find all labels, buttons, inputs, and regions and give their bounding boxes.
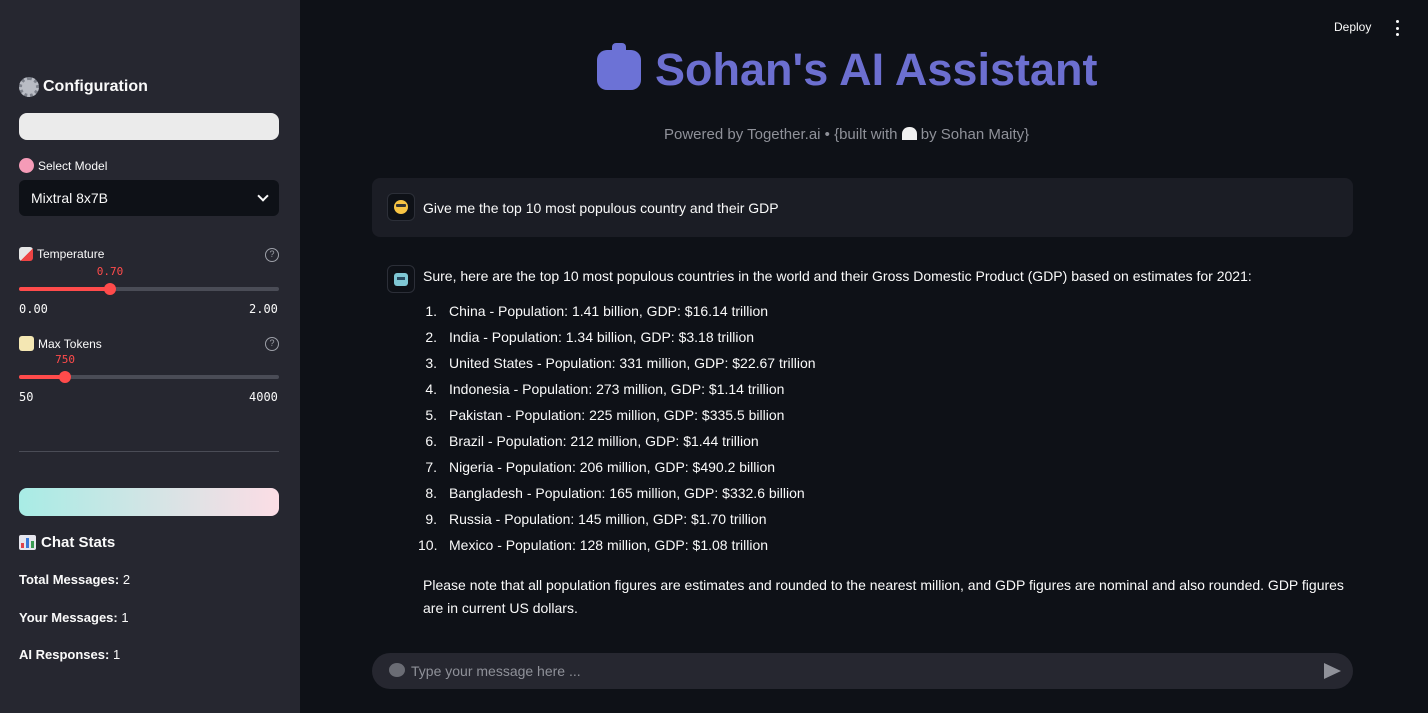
temperature-max: 2.00: [249, 302, 278, 316]
face-with-sunglasses-icon: [394, 200, 408, 214]
sidebar: Configuration Select Model Mixtral 8x7B …: [0, 0, 300, 713]
user-message: Give me the top 10 most populous country…: [372, 178, 1353, 237]
model-label: Select Model: [19, 158, 107, 173]
assistant-note: Please note that all population figures …: [423, 577, 1344, 616]
model-select-value: Mixtral 8x7B: [31, 190, 109, 206]
stat-total-messages: Total Messages: 2: [19, 572, 131, 587]
page-subtitle: Powered by Together.ai • {built with by …: [664, 126, 1030, 143]
user-message-text: Give me the top 10 most populous country…: [423, 200, 779, 216]
temperature-value: 0.70: [96, 265, 124, 278]
max-tokens-value: 750: [55, 353, 75, 366]
temperature-min: 0.00: [19, 302, 48, 316]
deploy-button[interactable]: Deploy: [1334, 20, 1371, 34]
bar-chart-icon: [19, 535, 36, 550]
memo-icon: [19, 336, 34, 351]
list-item: 6. Brazil - Population: 212 million, GDP:…: [425, 433, 759, 449]
assistant-list: 1. China - Population: 1.41 billion, GDP:…: [418, 303, 816, 563]
speech-bubble-icon: [389, 663, 405, 677]
temperature-slider-thumb[interactable]: [104, 283, 116, 295]
sidebar-header: Configuration: [19, 77, 148, 97]
max-tokens-slider-thumb[interactable]: [59, 371, 72, 383]
temperature-slider-fill: [19, 287, 110, 291]
robot-icon: [394, 272, 408, 286]
list-item: 9. Russia - Population: 145 million, GDP:…: [425, 511, 767, 527]
thermometer-icon: [19, 247, 33, 261]
main-menu-icon[interactable]: [1394, 20, 1400, 36]
max-tokens-slider[interactable]: 750: [19, 353, 279, 383]
send-icon[interactable]: [1324, 663, 1341, 679]
model-select[interactable]: Mixtral 8x7B: [19, 180, 279, 216]
chat-stats-title-text: Chat Stats: [41, 534, 116, 551]
list-item: 4. Indonesia - Population: 273 million, G…: [425, 381, 785, 397]
sidebar-header-label: Configuration: [43, 78, 148, 95]
model-label-text: Select Model: [38, 158, 108, 173]
stat-your-messages: Your Messages: 1: [19, 610, 129, 625]
max-tokens-help-icon[interactable]: ?: [265, 337, 279, 351]
list-item: 3. United States - Population: 331 millio…: [425, 355, 816, 371]
chat-input[interactable]: [411, 653, 1311, 689]
max-tokens-label-text: Max Tokens: [38, 336, 102, 351]
max-tokens-min: 50: [19, 390, 34, 404]
list-item: 8. Bangladesh - Population: 165 million, …: [425, 485, 805, 501]
robot-icon: [597, 43, 641, 90]
api-key-box[interactable]: [19, 113, 279, 140]
max-tokens-max: 4000: [249, 390, 278, 404]
assistant-avatar: [387, 265, 415, 293]
temperature-slider[interactable]: 0.70: [19, 265, 279, 295]
stat-ai-responses: AI Responses: 1: [19, 647, 121, 662]
temperature-label-text: Temperature: [37, 247, 105, 261]
list-item: 2. India - Population: 1.34 billion, GDP:…: [425, 329, 755, 345]
page-title-text: Sohan's AI Assistant: [655, 44, 1098, 95]
clear-chat-button[interactable]: [19, 488, 279, 516]
max-tokens-label: Max Tokens: [19, 336, 102, 351]
list-item: 1. China - Population: 1.41 billion, GDP:…: [425, 303, 769, 319]
list-item: 5. Pakistan - Population: 225 million, GD…: [425, 407, 785, 423]
heart-icon: [901, 127, 917, 140]
temperature-label: Temperature: [19, 247, 104, 261]
gear-icon: [19, 77, 39, 97]
list-item: 7. Nigeria - Population: 206 million, GDP…: [425, 459, 776, 475]
list-item: 10. Mexico - Population: 128 million, GDP…: [418, 537, 769, 553]
brain-icon: [19, 158, 34, 173]
user-avatar: [387, 193, 415, 221]
chevron-down-icon: [257, 190, 269, 202]
chat-input-bar: [372, 653, 1353, 689]
assistant-intro: Sure, here are the top 10 most populous …: [423, 268, 1252, 284]
page-title: Sohan's AI Assistant: [597, 43, 1098, 96]
chat-stats-title: Chat Stats: [19, 534, 115, 551]
sidebar-divider: [19, 451, 279, 452]
temperature-help-icon[interactable]: ?: [265, 248, 279, 262]
